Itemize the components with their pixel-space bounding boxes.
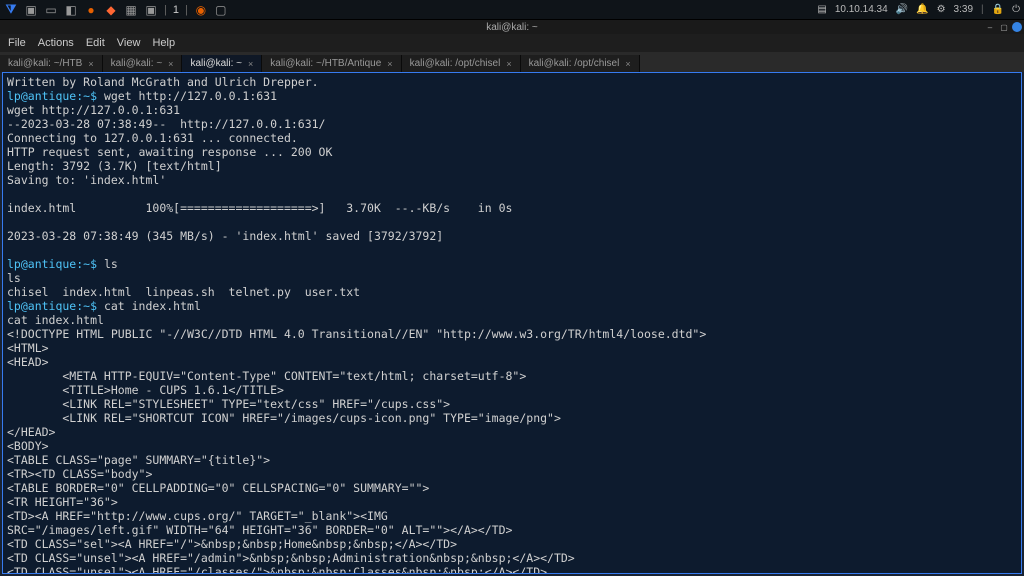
- terminal-running-icon[interactable]: ▢: [214, 3, 228, 17]
- tab-label: kali@kali: ~/HTB: [8, 58, 82, 69]
- output-line: ls: [7, 271, 21, 285]
- network-icon[interactable]: ⚙: [937, 4, 946, 15]
- output-line: SRC="/images/left.gif" WIDTH="64" HEIGHT…: [7, 523, 512, 537]
- notification-icon[interactable]: 🔔: [916, 4, 928, 15]
- shell-prompt: lp@antique:~$: [7, 257, 97, 271]
- system-taskbar: ⧩ ▣ ▭ ◧ ● ◆ ▦ ▣ | 1 | ◉ ▢ ▤ 10.10.14.34 …: [0, 0, 1024, 20]
- power-icon[interactable]: ⏻: [1012, 4, 1020, 15]
- output-line: <TD><A HREF="http://www.cups.org/" TARGE…: [7, 509, 388, 523]
- terminal-icon[interactable]: ▣: [24, 3, 38, 17]
- divider: |: [981, 4, 984, 15]
- terminal-tab[interactable]: kali@kali: /opt/chisel ×: [521, 55, 640, 72]
- output-line: </HEAD>: [7, 425, 55, 439]
- divider: |: [185, 4, 188, 16]
- burp-icon[interactable]: ◆: [104, 3, 118, 17]
- output-line: HTTP request sent, awaiting response ...…: [7, 145, 332, 159]
- close-icon[interactable]: ×: [625, 59, 630, 69]
- command-text: ls: [97, 257, 118, 271]
- tab-label: kali@kali: /opt/chisel: [529, 58, 620, 69]
- menu-edit[interactable]: Edit: [86, 37, 105, 49]
- shell-prompt: lp@antique:~$: [7, 299, 97, 313]
- output-line: <BODY>: [7, 439, 49, 453]
- window-title: kali@kali: ~: [486, 22, 538, 33]
- output-line: <TR><TD CLASS="body">: [7, 467, 152, 481]
- menu-actions[interactable]: Actions: [38, 37, 74, 49]
- output-line: wget http://127.0.0.1:631: [7, 103, 180, 117]
- output-line: <TABLE BORDER="0" CELLPADDING="0" CELLSP…: [7, 481, 429, 495]
- firefox-icon[interactable]: ●: [84, 3, 98, 17]
- window-titlebar: kali@kali: ~ – ▢: [0, 20, 1024, 34]
- output-line: <LINK REL="STYLESHEET" TYPE="text/css" H…: [7, 397, 450, 411]
- clock[interactable]: 3:39: [954, 4, 973, 15]
- tab-label: kali@kali: ~/HTB/Antique: [270, 58, 381, 69]
- taskbar-right: ▤ 10.10.14.34 🔊 🔔 ⚙ 3:39 | 🔒 ⏻: [817, 4, 1020, 15]
- output-line: <TD CLASS="sel"><A HREF="/">&nbsp;&nbsp;…: [7, 537, 457, 551]
- close-icon[interactable]: ×: [168, 59, 173, 69]
- close-icon[interactable]: ×: [88, 59, 93, 69]
- shell-prompt: lp@antique:~$: [7, 89, 97, 103]
- firefox-running-icon[interactable]: ◉: [194, 3, 208, 17]
- lock-icon[interactable]: 🔒: [992, 4, 1004, 15]
- output-line: <HTML>: [7, 341, 49, 355]
- output-line: <TR HEIGHT="36">: [7, 495, 118, 509]
- output-line: <META HTTP-EQUIV="Content-Type" CONTENT=…: [7, 369, 526, 383]
- close-icon[interactable]: ×: [248, 59, 253, 69]
- terminal-output[interactable]: Written by Roland McGrath and Ulrich Dre…: [2, 72, 1022, 574]
- terminal-tab[interactable]: kali@kali: ~ ×: [182, 55, 262, 72]
- divider: |: [164, 4, 167, 16]
- terminal-tab[interactable]: kali@kali: ~/HTB ×: [0, 55, 103, 72]
- close-icon[interactable]: ×: [506, 59, 511, 69]
- close-button[interactable]: [1012, 22, 1022, 32]
- output-line: chisel index.html linpeas.sh telnet.py u…: [7, 285, 360, 299]
- output-line: 2023-03-28 07:38:49 (345 MB/s) - 'index.…: [7, 229, 443, 243]
- menu-file[interactable]: File: [8, 37, 26, 49]
- output-line: <!DOCTYPE HTML PUBLIC "-//W3C//DTD HTML …: [7, 327, 706, 341]
- output-line: <TITLE>Home - CUPS 1.6.1</TITLE>: [7, 383, 284, 397]
- output-line: <TD CLASS="unsel"><A HREF="/classes/">&n…: [7, 565, 547, 574]
- output-line: <LINK REL="SHORTCUT ICON" HREF="/images/…: [7, 411, 561, 425]
- tab-label: kali@kali: /opt/chisel: [410, 58, 501, 69]
- ip-address: 10.10.14.34: [835, 4, 888, 15]
- kali-logo-icon[interactable]: ⧩: [4, 3, 18, 17]
- volume-icon[interactable]: 🔊: [896, 4, 908, 15]
- command-text: wget http://127.0.0.1:631: [97, 89, 277, 103]
- window-controls: – ▢: [984, 22, 1022, 32]
- minimize-button[interactable]: –: [984, 22, 996, 32]
- output-line: <HEAD>: [7, 355, 49, 369]
- output-line: Written by Roland McGrath and Ulrich Dre…: [7, 75, 319, 89]
- tab-label: kali@kali: ~: [190, 58, 242, 69]
- menu-view[interactable]: View: [117, 37, 141, 49]
- vpn-icon[interactable]: ▤: [817, 4, 826, 15]
- output-line: Length: 3792 (3.7K) [text/html]: [7, 159, 222, 173]
- terminal-tab[interactable]: kali@kali: ~ ×: [103, 55, 183, 72]
- output-line: cat index.html: [7, 313, 104, 327]
- editor-icon[interactable]: ◧: [64, 3, 78, 17]
- menu-help[interactable]: Help: [152, 37, 175, 49]
- command-text: cat index.html: [97, 299, 201, 313]
- output-line: Connecting to 127.0.0.1:631 ... connecte…: [7, 131, 298, 145]
- close-icon[interactable]: ×: [387, 59, 392, 69]
- files-icon[interactable]: ▭: [44, 3, 58, 17]
- terminal-tab[interactable]: kali@kali: /opt/chisel ×: [402, 55, 521, 72]
- maximize-button[interactable]: ▢: [998, 22, 1010, 32]
- terminal-tab[interactable]: kali@kali: ~/HTB/Antique ×: [262, 55, 401, 72]
- tab-bar: kali@kali: ~/HTB × kali@kali: ~ × kali@kal…: [0, 52, 1024, 72]
- output-line: <TABLE CLASS="page" SUMMARY="{title}">: [7, 453, 270, 467]
- output-line: index.html 100%[===================>] 3.…: [7, 201, 512, 215]
- app-icon[interactable]: ▦: [124, 3, 138, 17]
- output-line: --2023-03-28 07:38:49-- http://127.0.0.1…: [7, 117, 326, 131]
- output-line: <TD CLASS="unsel"><A HREF="/admin">&nbsp…: [7, 551, 575, 565]
- workspace-number[interactable]: 1: [173, 4, 179, 16]
- output-line: Saving to: 'index.html': [7, 173, 166, 187]
- taskbar-left: ⧩ ▣ ▭ ◧ ● ◆ ▦ ▣ | 1 | ◉ ▢: [4, 3, 811, 17]
- app-icon-2[interactable]: ▣: [144, 3, 158, 17]
- tab-label: kali@kali: ~: [111, 58, 163, 69]
- menu-bar: File Actions Edit View Help: [0, 34, 1024, 52]
